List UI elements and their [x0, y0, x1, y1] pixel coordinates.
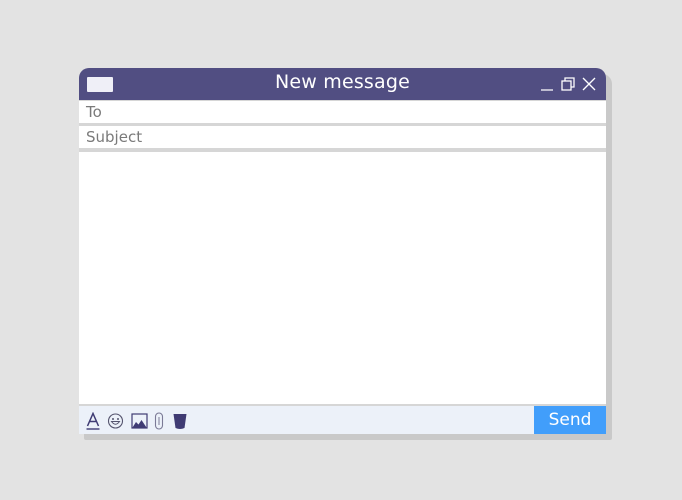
emoji-icon [107, 413, 124, 429]
close-button[interactable] [581, 76, 597, 92]
subject-field[interactable]: Subject [79, 126, 606, 148]
delete-button[interactable] [173, 412, 187, 430]
trash-icon [173, 414, 187, 429]
compose-toolbar: Send [79, 406, 606, 434]
image-icon [131, 413, 148, 429]
restore-button[interactable] [560, 76, 576, 92]
to-placeholder: To [86, 103, 102, 121]
title-bar[interactable]: New message [79, 68, 606, 100]
image-button[interactable] [131, 412, 148, 430]
restore-icon [561, 77, 575, 91]
send-button[interactable]: Send [534, 406, 606, 434]
text-format-button[interactable] [86, 411, 100, 430]
emoji-button[interactable] [107, 412, 124, 430]
to-field[interactable]: To [79, 101, 606, 123]
minimize-button[interactable] [539, 76, 555, 92]
compose-window: New message To Subject Send [79, 68, 606, 434]
close-icon [582, 77, 596, 91]
text-format-icon [86, 411, 100, 430]
minimize-icon [541, 89, 553, 91]
message-body[interactable] [79, 152, 606, 404]
window-title: New message [274, 71, 411, 93]
attachment-icon [154, 412, 164, 430]
attachment-button[interactable] [154, 412, 164, 430]
subject-placeholder: Subject [86, 128, 143, 146]
